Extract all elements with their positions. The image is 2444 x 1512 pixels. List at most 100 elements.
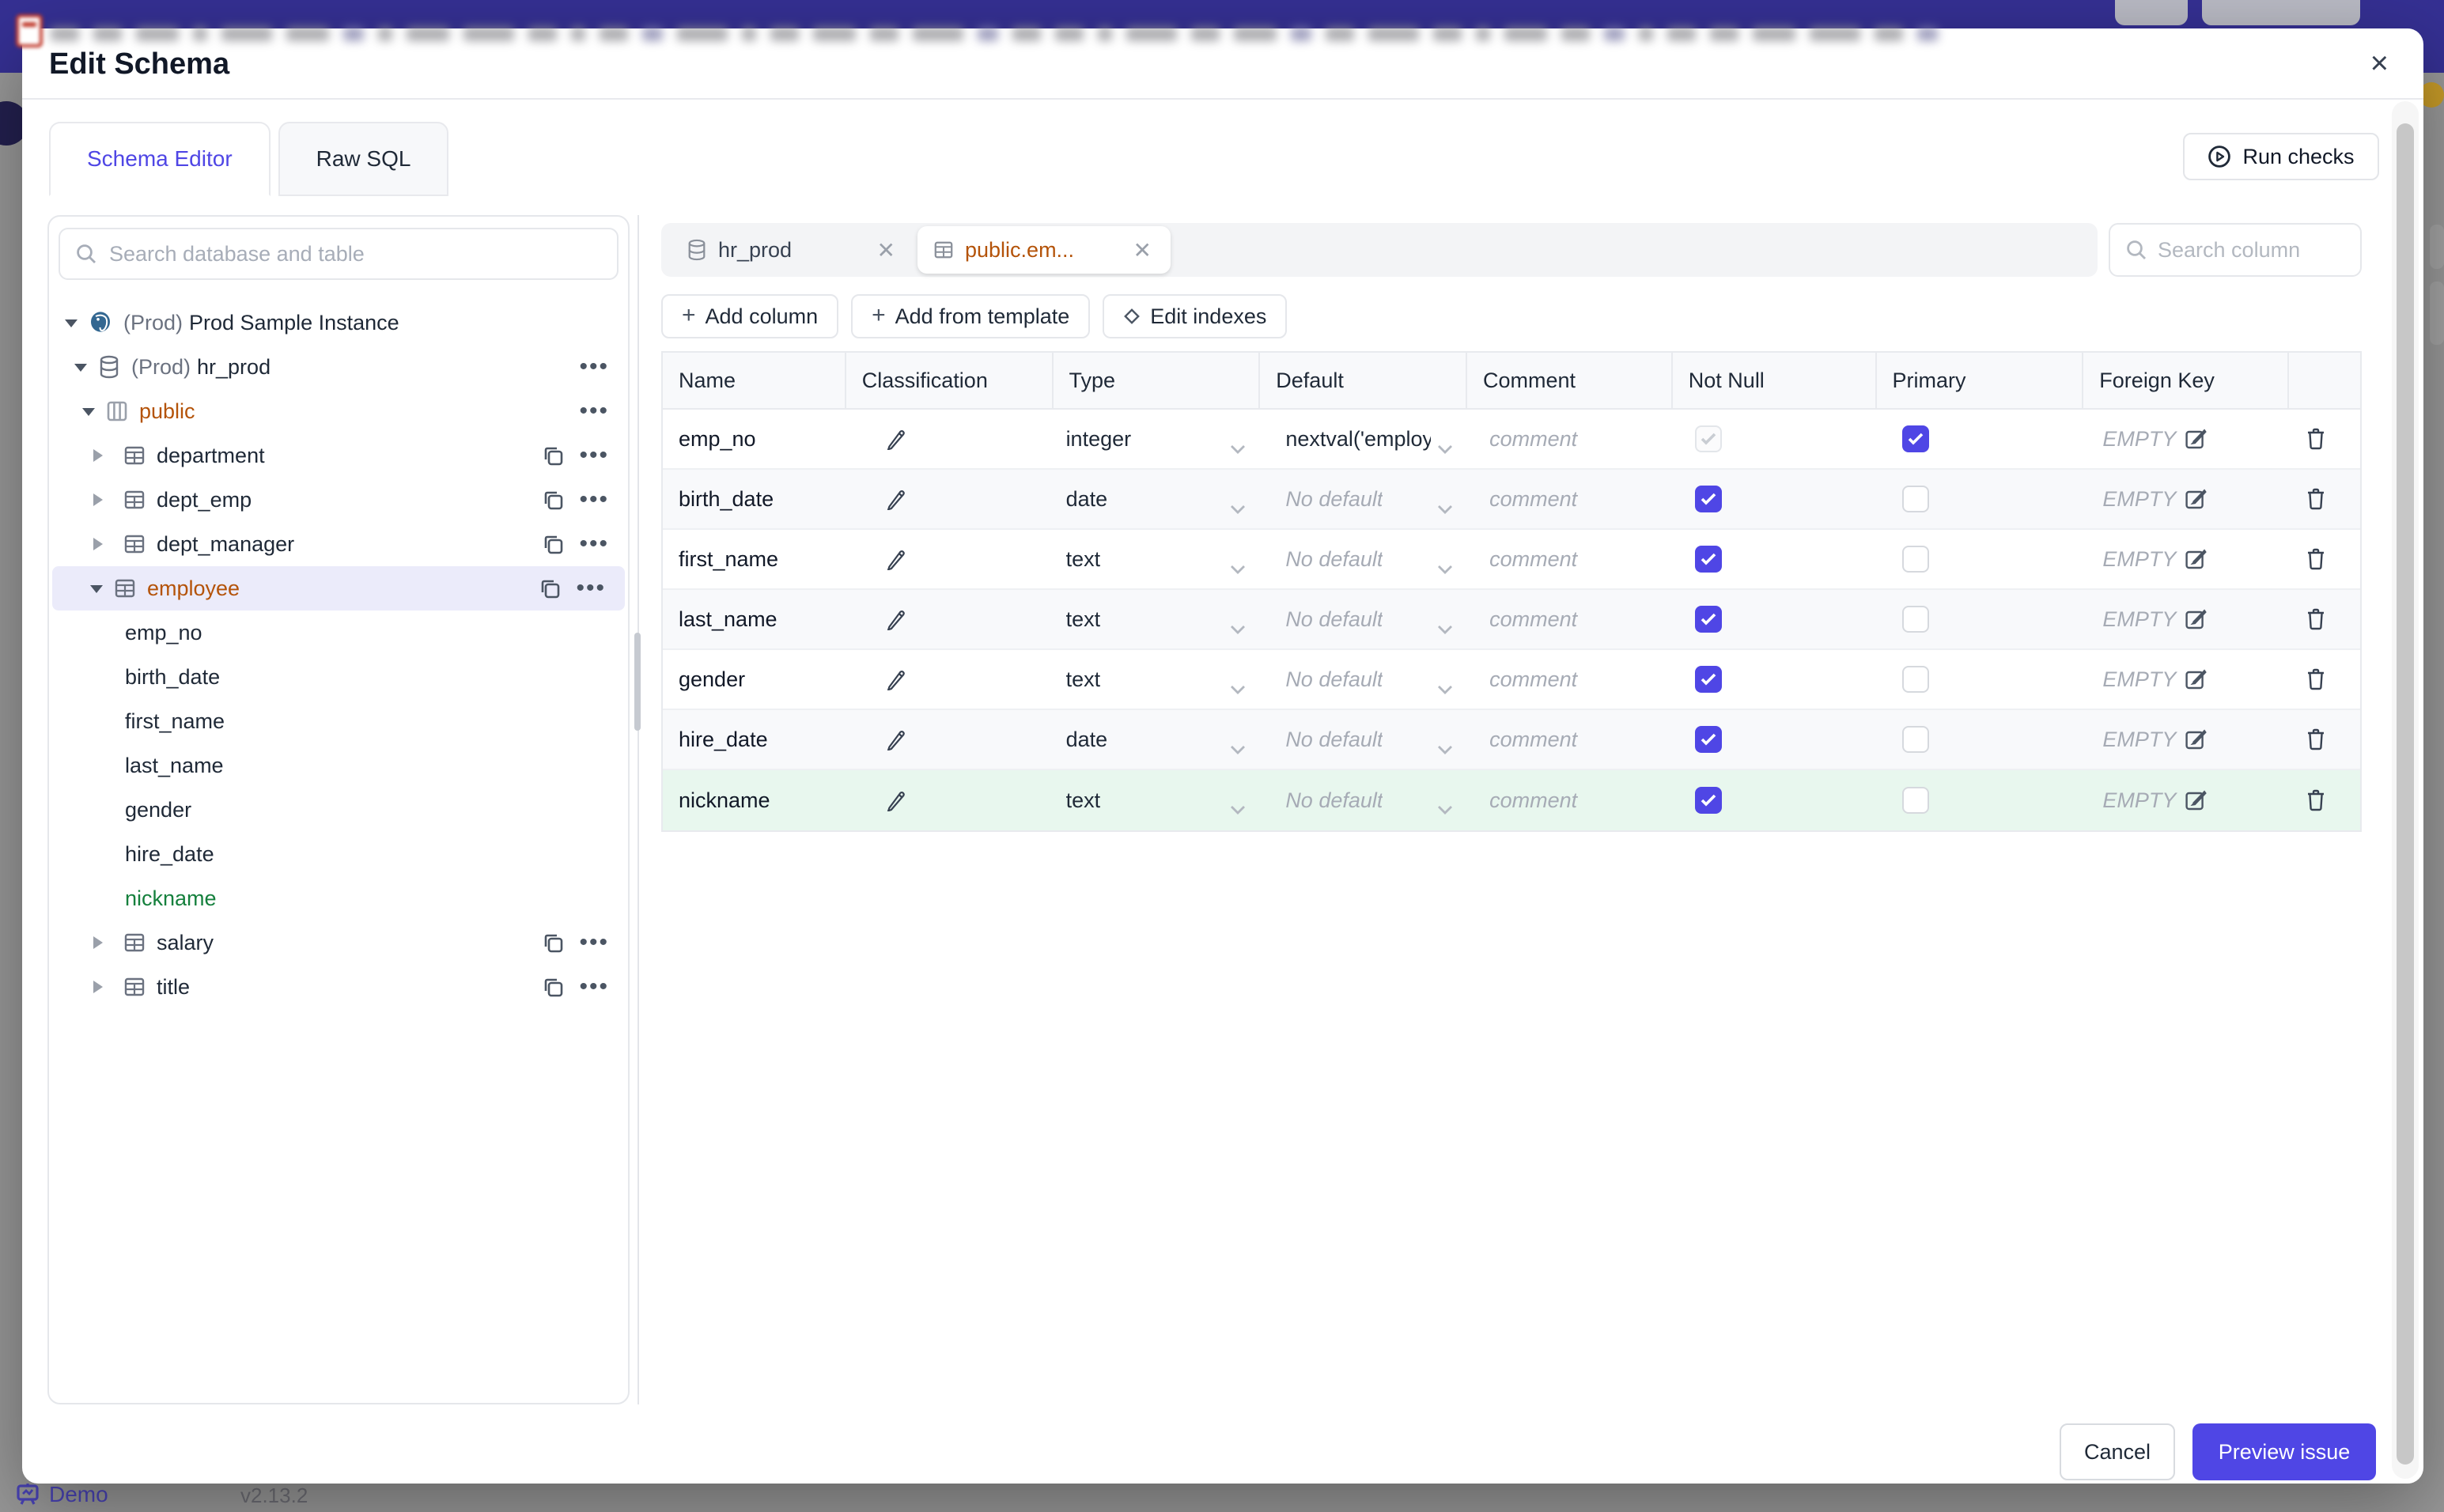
more-actions-icon[interactable]: ••• — [579, 444, 609, 467]
type-select[interactable]: text — [1054, 650, 1261, 709]
more-actions-icon[interactable]: ••• — [579, 931, 609, 954]
tree-item-table-employee[interactable]: employee ••• — [52, 566, 625, 610]
not-null-checkbox[interactable] — [1694, 787, 1722, 814]
edit-foreign-key-icon[interactable] — [2184, 728, 2208, 751]
comment-input[interactable]: comment — [1467, 650, 1673, 709]
primary-checkbox[interactable] — [1901, 486, 1929, 512]
type-select[interactable]: text — [1054, 770, 1261, 830]
comment-input[interactable]: comment — [1467, 590, 1673, 648]
comment-input[interactable]: comment — [1467, 410, 1673, 468]
panel-resize-handle[interactable] — [634, 633, 641, 731]
column-search-input[interactable]: Search column — [2109, 223, 2362, 277]
default-select[interactable]: No default — [1260, 710, 1467, 769]
default-select[interactable]: No default — [1260, 590, 1467, 648]
type-select[interactable]: date — [1054, 710, 1261, 769]
tab-raw-sql[interactable]: Raw SQL — [278, 122, 449, 196]
default-select[interactable]: No default — [1260, 650, 1467, 709]
tab-schema-editor[interactable]: Schema Editor — [49, 122, 271, 196]
not-null-checkbox[interactable] — [1694, 606, 1722, 633]
tree-item-column-birth-date[interactable]: birth_date — [49, 655, 628, 699]
edit-foreign-key-icon[interactable] — [2184, 487, 2208, 511]
column-name-cell[interactable]: emp_no — [663, 410, 846, 468]
delete-row-icon[interactable] — [2305, 487, 2327, 511]
foreign-key-cell[interactable]: EMPTY — [2083, 470, 2289, 528]
edit-foreign-key-icon[interactable] — [2184, 607, 2208, 631]
classification-pencil-icon[interactable] — [884, 608, 906, 630]
classification-pencil-icon[interactable] — [884, 548, 906, 570]
column-name-cell[interactable]: hire_date — [663, 710, 846, 769]
classification-pencil-icon[interactable] — [884, 428, 906, 450]
duplicate-table-icon[interactable] — [539, 578, 560, 599]
tree-search-input[interactable]: Search database and table — [59, 228, 619, 280]
primary-checkbox[interactable] — [1901, 606, 1929, 633]
classification-pencil-icon[interactable] — [884, 728, 906, 750]
edit-foreign-key-icon[interactable] — [2184, 667, 2208, 691]
foreign-key-cell[interactable]: EMPTY — [2083, 650, 2289, 709]
delete-row-icon[interactable] — [2305, 788, 2327, 812]
cancel-button[interactable]: Cancel — [2060, 1423, 2175, 1480]
caret-right-icon[interactable] — [93, 936, 109, 949]
edit-foreign-key-icon[interactable] — [2184, 547, 2208, 571]
more-actions-icon[interactable]: ••• — [579, 399, 609, 423]
comment-input[interactable]: comment — [1467, 710, 1673, 769]
tree-item-column-hire-date[interactable]: hire_date — [49, 832, 628, 876]
delete-row-icon[interactable] — [2305, 607, 2327, 631]
foreign-key-cell[interactable]: EMPTY — [2083, 770, 2289, 830]
tree-item-table-department[interactable]: department ••• — [49, 433, 628, 478]
delete-row-icon[interactable] — [2305, 728, 2327, 751]
type-select[interactable]: integer — [1054, 410, 1261, 468]
default-select[interactable]: No default — [1260, 470, 1467, 528]
primary-checkbox[interactable] — [1901, 787, 1929, 814]
caret-down-icon[interactable] — [82, 408, 95, 422]
modal-scrollbar-thumb[interactable] — [2397, 123, 2414, 1465]
type-select[interactable]: text — [1054, 590, 1261, 648]
delete-row-icon[interactable] — [2305, 427, 2327, 451]
preview-issue-button[interactable]: Preview issue — [2192, 1423, 2376, 1480]
type-select[interactable]: text — [1054, 530, 1261, 588]
duplicate-table-icon[interactable] — [543, 534, 563, 554]
classification-pencil-icon[interactable] — [884, 668, 906, 690]
tree-item-table-title[interactable]: title ••• — [49, 965, 628, 1009]
not-null-checkbox[interactable] — [1694, 666, 1722, 693]
caret-down-icon[interactable] — [90, 585, 103, 599]
tree-item-column-nickname[interactable]: nickname — [49, 876, 628, 920]
delete-row-icon[interactable] — [2305, 547, 2327, 571]
more-actions-icon[interactable]: ••• — [579, 532, 609, 556]
primary-checkbox[interactable] — [1901, 425, 1929, 452]
edit-indexes-button[interactable]: Edit indexes — [1103, 294, 1288, 338]
default-select[interactable]: No default — [1260, 770, 1467, 830]
comment-input[interactable]: comment — [1467, 530, 1673, 588]
run-checks-button[interactable]: Run checks — [2183, 133, 2379, 180]
more-actions-icon[interactable]: ••• — [576, 576, 606, 600]
edit-foreign-key-icon[interactable] — [2184, 427, 2208, 451]
foreign-key-cell[interactable]: EMPTY — [2083, 530, 2289, 588]
more-actions-icon[interactable]: ••• — [579, 355, 609, 379]
foreign-key-cell[interactable]: EMPTY — [2083, 710, 2289, 769]
default-select[interactable]: No default — [1260, 530, 1467, 588]
tree-item-schema[interactable]: public ••• — [49, 389, 628, 433]
add-from-template-button[interactable]: + Add from template — [851, 294, 1091, 338]
foreign-key-cell[interactable]: EMPTY — [2083, 590, 2289, 648]
foreign-key-cell[interactable]: EMPTY — [2083, 410, 2289, 468]
tree-item-instance[interactable]: (Prod) Prod Sample Instance — [49, 301, 628, 345]
tree-item-column-first-name[interactable]: first_name — [49, 699, 628, 743]
caret-right-icon[interactable] — [93, 493, 109, 506]
caret-right-icon[interactable] — [93, 538, 109, 550]
more-actions-icon[interactable]: ••• — [579, 975, 609, 999]
add-column-button[interactable]: + Add column — [661, 294, 839, 338]
edit-foreign-key-icon[interactable] — [2184, 788, 2208, 812]
tree-item-table-salary[interactable]: salary ••• — [49, 920, 628, 965]
tree-item-database[interactable]: (Prod) hr_prod ••• — [49, 345, 628, 389]
duplicate-table-icon[interactable] — [543, 445, 563, 466]
classification-pencil-icon[interactable] — [884, 789, 906, 811]
close-tab-icon[interactable]: ✕ — [1130, 237, 1155, 263]
tree-item-table-dept-manager[interactable]: dept_manager ••• — [49, 522, 628, 566]
tree-item-column-emp-no[interactable]: emp_no — [49, 610, 628, 655]
close-tab-icon[interactable]: ✕ — [874, 237, 899, 263]
primary-checkbox[interactable] — [1901, 726, 1929, 753]
tab-chip-public-employee[interactable]: public.em... ✕ — [917, 226, 1171, 274]
classification-pencil-icon[interactable] — [884, 488, 906, 510]
not-null-checkbox[interactable] — [1694, 546, 1722, 573]
tab-chip-hr-prod[interactable]: hr_prod ✕ — [674, 223, 911, 277]
caret-down-icon[interactable] — [65, 319, 78, 334]
